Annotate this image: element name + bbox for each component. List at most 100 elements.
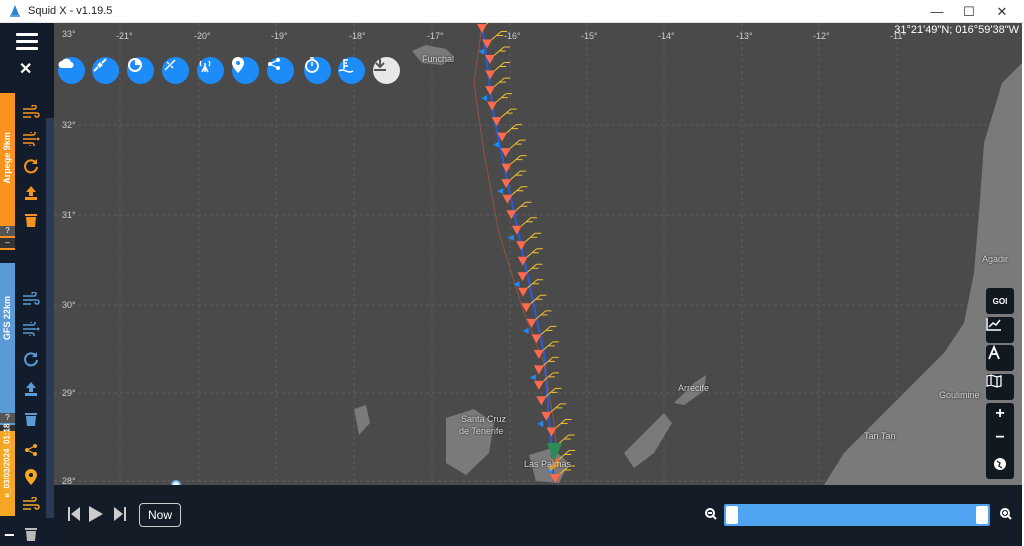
sail-icon[interactable]: [162, 57, 189, 84]
timeline-zoom-out-icon[interactable]: [705, 508, 717, 523]
tide-icon[interactable]: [338, 57, 365, 84]
wind-barb: [518, 279, 544, 297]
panel-help[interactable]: ?: [0, 226, 15, 236]
skip-back-icon[interactable]: [68, 507, 80, 526]
minus-icon[interactable]: −: [4, 525, 15, 546]
panel-collapse[interactable]: –: [0, 238, 15, 248]
wind-barb: [536, 387, 562, 406]
zoom-in-button[interactable]: +: [986, 405, 1014, 427]
bottom-bar: Now: [54, 485, 1022, 546]
route-label: e_03/03/2024_01:18: [2, 423, 12, 498]
refresh-icon[interactable]: [20, 348, 42, 370]
routing-icon[interactable]: [986, 345, 1014, 371]
trash-icon[interactable]: [20, 523, 42, 545]
zoom-controls: + −: [986, 403, 1014, 479]
lon-label: -21°: [116, 31, 133, 41]
timeline-zoom-slider[interactable]: [724, 504, 990, 526]
lon-label: -18°: [349, 31, 366, 41]
wind-barbs: [477, 23, 576, 483]
lon-label: -15°: [581, 31, 598, 41]
map-icon[interactable]: [986, 374, 1014, 400]
lon-label: -14°: [658, 31, 675, 41]
play-icon[interactable]: [89, 506, 103, 527]
route-panel: e_03/03/2024_01:18 −: [0, 424, 46, 546]
goi-button[interactable]: GOI: [986, 288, 1014, 314]
lon-label: -16°: [504, 31, 521, 41]
arpege-panel: Arpege 9km ? –: [0, 93, 46, 250]
lat-label: 29°: [62, 388, 76, 398]
wind-icon[interactable]: [20, 493, 42, 515]
wind-gust-icon[interactable]: [20, 128, 42, 150]
place-label: Funchal: [422, 54, 455, 64]
route-tab[interactable]: e_03/03/2024_01:18: [0, 424, 15, 516]
wind-barb: [477, 23, 489, 33]
chart-icon[interactable]: [986, 317, 1014, 343]
zoom-slider-right-handle[interactable]: [976, 506, 988, 524]
wind-barb: [521, 294, 547, 313]
lat-label: 32°: [62, 120, 76, 130]
upload-icon[interactable]: [20, 378, 42, 400]
zoom-out-button[interactable]: −: [986, 429, 1014, 451]
wind-barb: [502, 186, 528, 204]
wind-barb: [506, 201, 532, 220]
wind-barb: [517, 248, 543, 266]
location-icon[interactable]: [20, 466, 42, 488]
arpege-label: Arpege 9km: [2, 132, 12, 184]
wind-icon[interactable]: [20, 101, 42, 123]
satellite-icon[interactable]: [92, 57, 119, 84]
timer-icon[interactable]: [304, 57, 331, 84]
wind-barb: [487, 93, 513, 111]
zoom-slider-left-handle[interactable]: [726, 506, 738, 524]
upload-icon[interactable]: [20, 182, 42, 204]
wind-icon[interactable]: [20, 288, 42, 310]
lon-label: -20°: [194, 31, 211, 41]
refresh-icon[interactable]: [20, 155, 42, 177]
place-label: Goulimine: [939, 390, 980, 400]
wind-barb: [485, 62, 511, 80]
lon-label: -17°: [427, 31, 444, 41]
cursor-coordinates: 31°21'49"N; 016°59'38"W: [894, 24, 1019, 36]
hamburger-menu-icon[interactable]: [16, 33, 38, 50]
cloud-icon[interactable]: [58, 57, 85, 84]
lat-label: 31°: [62, 210, 76, 220]
lat-label: 30°: [62, 300, 76, 310]
wind-barb: [533, 372, 559, 390]
timeline-zoom-in-icon[interactable]: [1000, 508, 1012, 523]
title-bar: Squid X - v1.19.5 — ☐ ✕: [0, 0, 1024, 23]
download-icon[interactable]: [373, 57, 400, 84]
lon-label: -13°: [736, 31, 753, 41]
weather-icon[interactable]: [127, 57, 154, 84]
wind-barb: [491, 108, 517, 127]
place-label: de Tenerife: [459, 426, 504, 436]
map-view[interactable]: 33° -21° -20° -19° -18° -17° -16° -15° -…: [54, 23, 1022, 485]
app-icon: [10, 5, 20, 17]
place-label: Santa Cruz: [461, 414, 507, 424]
goi-label: GOI: [992, 296, 1008, 306]
close-icon[interactable]: ✕: [19, 59, 32, 79]
location-icon[interactable]: [232, 57, 259, 84]
wind-gust-icon[interactable]: [20, 318, 42, 340]
antenna-icon[interactable]: [197, 57, 224, 84]
minimize-button[interactable]: —: [920, 0, 954, 23]
share-icon[interactable]: [267, 57, 294, 84]
place-label: Las Palmas: [524, 459, 572, 469]
skip-forward-icon[interactable]: [114, 507, 126, 526]
place-label: Arrecife: [678, 383, 710, 393]
now-button[interactable]: Now: [139, 503, 181, 527]
place-label: Tan Tan: [864, 431, 896, 441]
lon-label-left: 33°: [62, 29, 76, 39]
wind-barb: [533, 341, 559, 359]
wind-barb: [531, 325, 557, 344]
trash-icon[interactable]: [20, 408, 42, 430]
share-icon[interactable]: [20, 439, 42, 461]
wind-barb: [546, 418, 572, 437]
sidebar-scrollbar[interactable]: [46, 118, 54, 518]
wind-barb: [500, 139, 526, 158]
wind-barb: [484, 46, 510, 65]
window-title: Squid X - v1.19.5: [28, 5, 113, 17]
wind-barb: [501, 155, 527, 173]
trash-icon[interactable]: [20, 209, 42, 231]
close-window-button[interactable]: ✕: [985, 0, 1019, 23]
maximize-button[interactable]: ☐: [952, 0, 986, 23]
lon-label: -19°: [271, 31, 288, 41]
